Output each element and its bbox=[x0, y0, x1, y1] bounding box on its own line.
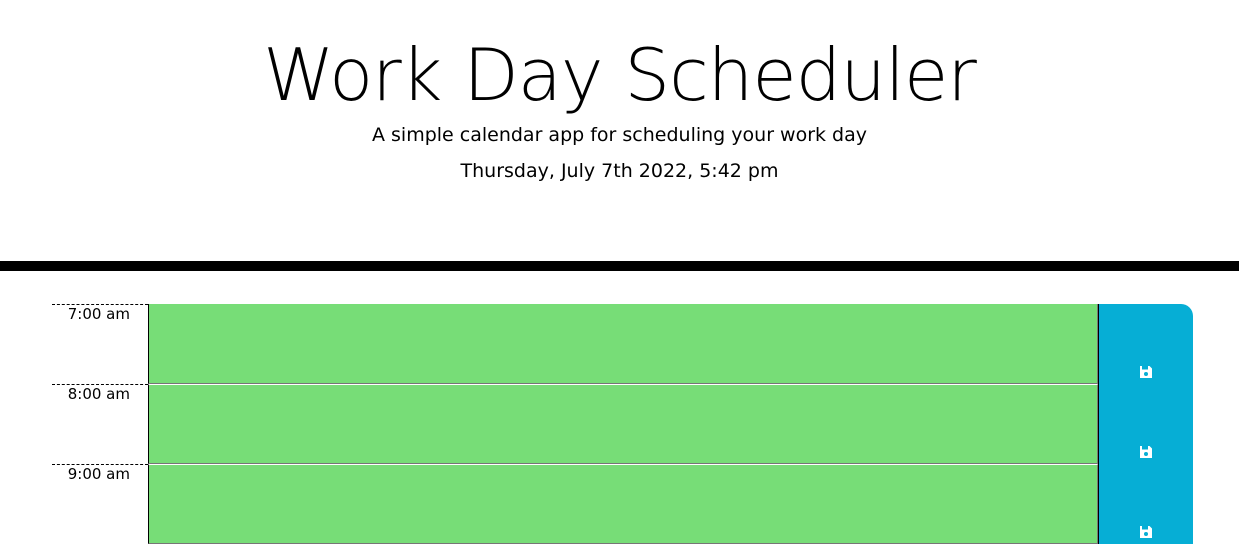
floppy-disk-icon bbox=[1139, 445, 1153, 459]
event-description-input[interactable] bbox=[148, 304, 1098, 384]
time-block: 9:00 am bbox=[52, 464, 1193, 544]
time-block: 7:00 am bbox=[52, 304, 1193, 384]
event-description-input[interactable] bbox=[148, 384, 1098, 464]
save-button[interactable] bbox=[1098, 304, 1193, 384]
scheduler-container: 7:00 am 8:00 am 9:00 am bbox=[52, 304, 1193, 544]
hour-label: 8:00 am bbox=[52, 384, 148, 464]
current-date: Thursday, July 7th 2022, 5:42 pm bbox=[460, 160, 779, 182]
hour-label: 7:00 am bbox=[52, 304, 148, 384]
page-title: Work Day Scheduler bbox=[263, 33, 977, 117]
floppy-disk-icon bbox=[1139, 525, 1153, 539]
header-divider bbox=[0, 261, 1239, 271]
event-description-input[interactable] bbox=[148, 464, 1098, 544]
save-button[interactable] bbox=[1098, 384, 1193, 464]
hour-label: 9:00 am bbox=[52, 464, 148, 544]
floppy-disk-icon bbox=[1139, 365, 1153, 379]
save-button[interactable] bbox=[1098, 464, 1193, 544]
time-block: 8:00 am bbox=[52, 384, 1193, 464]
page-subtitle: A simple calendar app for scheduling you… bbox=[371, 124, 868, 146]
